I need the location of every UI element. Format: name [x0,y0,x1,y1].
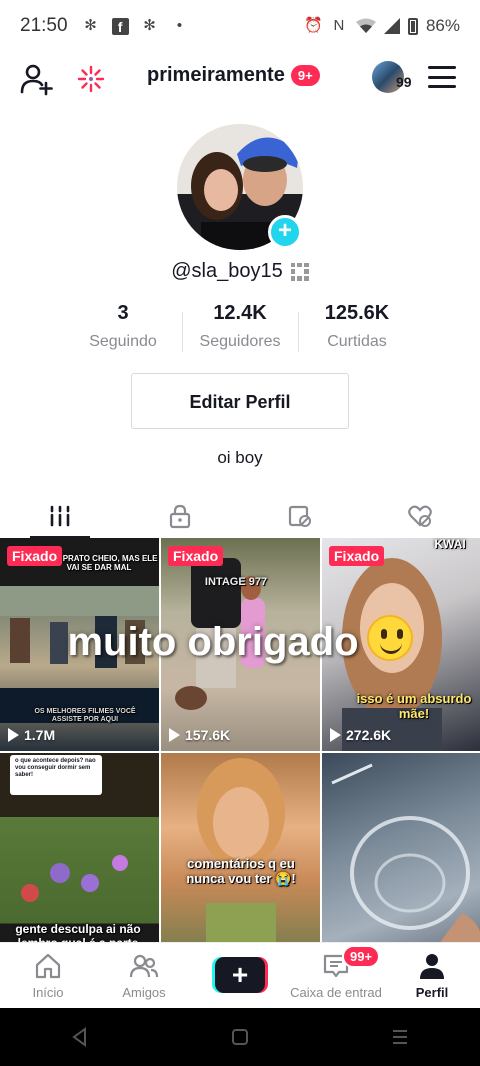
pinwheel-icon: ✻ [84,17,97,34]
video-caption: isso é um absurdo mãe! [356,691,472,721]
home-button-icon[interactable] [229,1026,251,1048]
view-count-value: 1.7M [24,727,56,743]
view-count: 1.7M [8,727,55,743]
nav-label: Perfil [415,985,449,1000]
content-tabs [0,494,480,538]
stat-value: 125.6K [324,302,390,324]
nav-home[interactable]: Início [0,943,96,1008]
dot-icon: • [176,17,183,34]
pinned-badge: Fixado [168,546,224,566]
stat-value: 3 [117,302,129,324]
stat-divider [182,312,183,352]
tab-videos[interactable] [0,494,120,538]
add-story-button[interactable]: + [268,215,302,249]
stat-label: Seguindo [89,333,157,350]
nav-label: Caixa de entrad [290,985,382,1000]
tab-reposts[interactable] [240,494,360,538]
stat-label: Seguidores [199,333,281,350]
profile-bio: oi boy [217,448,263,467]
comment-text: o que acontece depois? nao vou conseguir… [15,758,96,779]
battery-icon [407,17,418,35]
nav-create[interactable]: + [192,943,288,1008]
video-overlay-text: muito obrigado [0,615,480,665]
home-icon [35,953,61,979]
profile-handle: @sla_boy15 [171,260,283,282]
pinned-badge: Fixado [7,546,63,566]
play-icon [8,728,19,742]
video-caption: INTAGE 977 [204,576,268,588]
signal-icon [383,18,400,34]
edit-profile-button[interactable]: Editar Perfil [131,373,349,429]
friends-icon [129,954,159,978]
account-username: primeiramente [147,64,285,86]
system-nav-bar [0,1008,480,1066]
smiley-icon [366,615,413,661]
play-icon [330,728,341,742]
stat-following[interactable]: 3 Seguindo [74,302,172,351]
top-nav: primeiramente 9+ 99 [0,52,480,104]
liked-icon [408,505,432,527]
video-thumbnail[interactable]: o que acontece depois? nao vou conseguir… [0,753,159,942]
view-count-value: 157.6K [185,727,231,743]
tab-liked[interactable] [360,494,480,538]
status-bar: 21:50 ✻ f ✻ • ⏰ N 86% [0,0,480,52]
tab-private[interactable] [120,494,240,538]
overlay-caption: muito obrigado [67,620,359,664]
stat-followers[interactable]: 12.4K Seguidores [192,302,288,351]
inbox-badge: 99+ [342,945,381,968]
stat-value: 12.4K [213,302,267,324]
view-count-value: 272.6K [346,727,392,743]
nav-label: Início [32,985,64,1000]
thumbnail-image [197,758,285,942]
video-grid: E UM PRATO CHEIO, MAS ELE VAI SE DAR MAL… [0,538,480,942]
video-thumbnail[interactable]: comentários q eu nunca vou ter 😭! [161,753,320,942]
battery-percent: 86% [425,16,460,35]
back-icon[interactable] [69,1026,91,1048]
view-count: 272.6K [330,727,391,743]
view-count: 157.6K [169,727,230,743]
wifi-icon [355,18,376,33]
status-time: 21:50 [20,15,68,36]
bottom-nav: Início Amigos + 99+ Caixa de entrad Perf… [0,942,480,1008]
thumbnail-image [331,763,480,942]
stat-label: Curtidas [327,333,387,350]
video-caption: OS MELHORES FILMES VOCÊ ASSISTE POR AQUI [34,708,136,724]
account-switcher[interactable]: primeiramente 9+ [147,64,320,87]
play-icon [169,728,180,742]
pinwheel-icon: ✻ [143,17,156,34]
recents-icon[interactable] [389,1026,411,1048]
profile-screen: 21:50 ✻ f ✻ • ⏰ N 86% primeiramente 9+ 9… [0,0,480,1066]
notification-badge: 9+ [290,65,320,86]
video-thumbnail[interactable] [322,753,480,942]
qr-code-icon[interactable] [290,262,309,281]
stat-likes[interactable]: 125.6K Curtidas [310,302,404,351]
comment-bubble: o que acontece depois? nao vou conseguir… [10,755,102,795]
status-left-icons: ✻ f ✻ • [82,17,189,35]
create-icon: + [212,957,268,993]
grid-icon [50,505,70,527]
nav-friends[interactable]: Amigos [96,943,192,1008]
creator-tools-icon[interactable] [76,64,106,94]
menu-icon[interactable] [428,66,456,88]
video-caption: comentários q eu nunca vou ter 😭! [186,856,296,886]
nav-profile[interactable]: Perfil [384,943,480,1008]
profile-stats: 3 Seguindo 12.4K Seguidores 125.6K Curti… [0,302,480,362]
pinned-badge: Fixado [329,546,385,566]
avatar-count: 99 [396,74,412,90]
stat-divider [298,312,299,352]
video-caption: gente desculpa ai não lembro qual é a pa… [15,922,141,942]
video-caption: KWAI [434,538,466,551]
nfc-icon: N [333,17,345,34]
handle-row: @sla_boy15 [0,260,480,283]
status-right-icons: ⏰ N 86% [304,16,460,36]
tagged-icon [288,505,311,527]
profile-icon [420,954,444,979]
facebook-icon: f [111,17,129,35]
nav-inbox[interactable]: 99+ Caixa de entrad [288,943,384,1008]
add-friend-icon[interactable] [20,62,54,96]
alarm-icon: ⏰ [303,17,323,34]
nav-label: Amigos [122,985,166,1000]
lock-icon [169,504,191,529]
